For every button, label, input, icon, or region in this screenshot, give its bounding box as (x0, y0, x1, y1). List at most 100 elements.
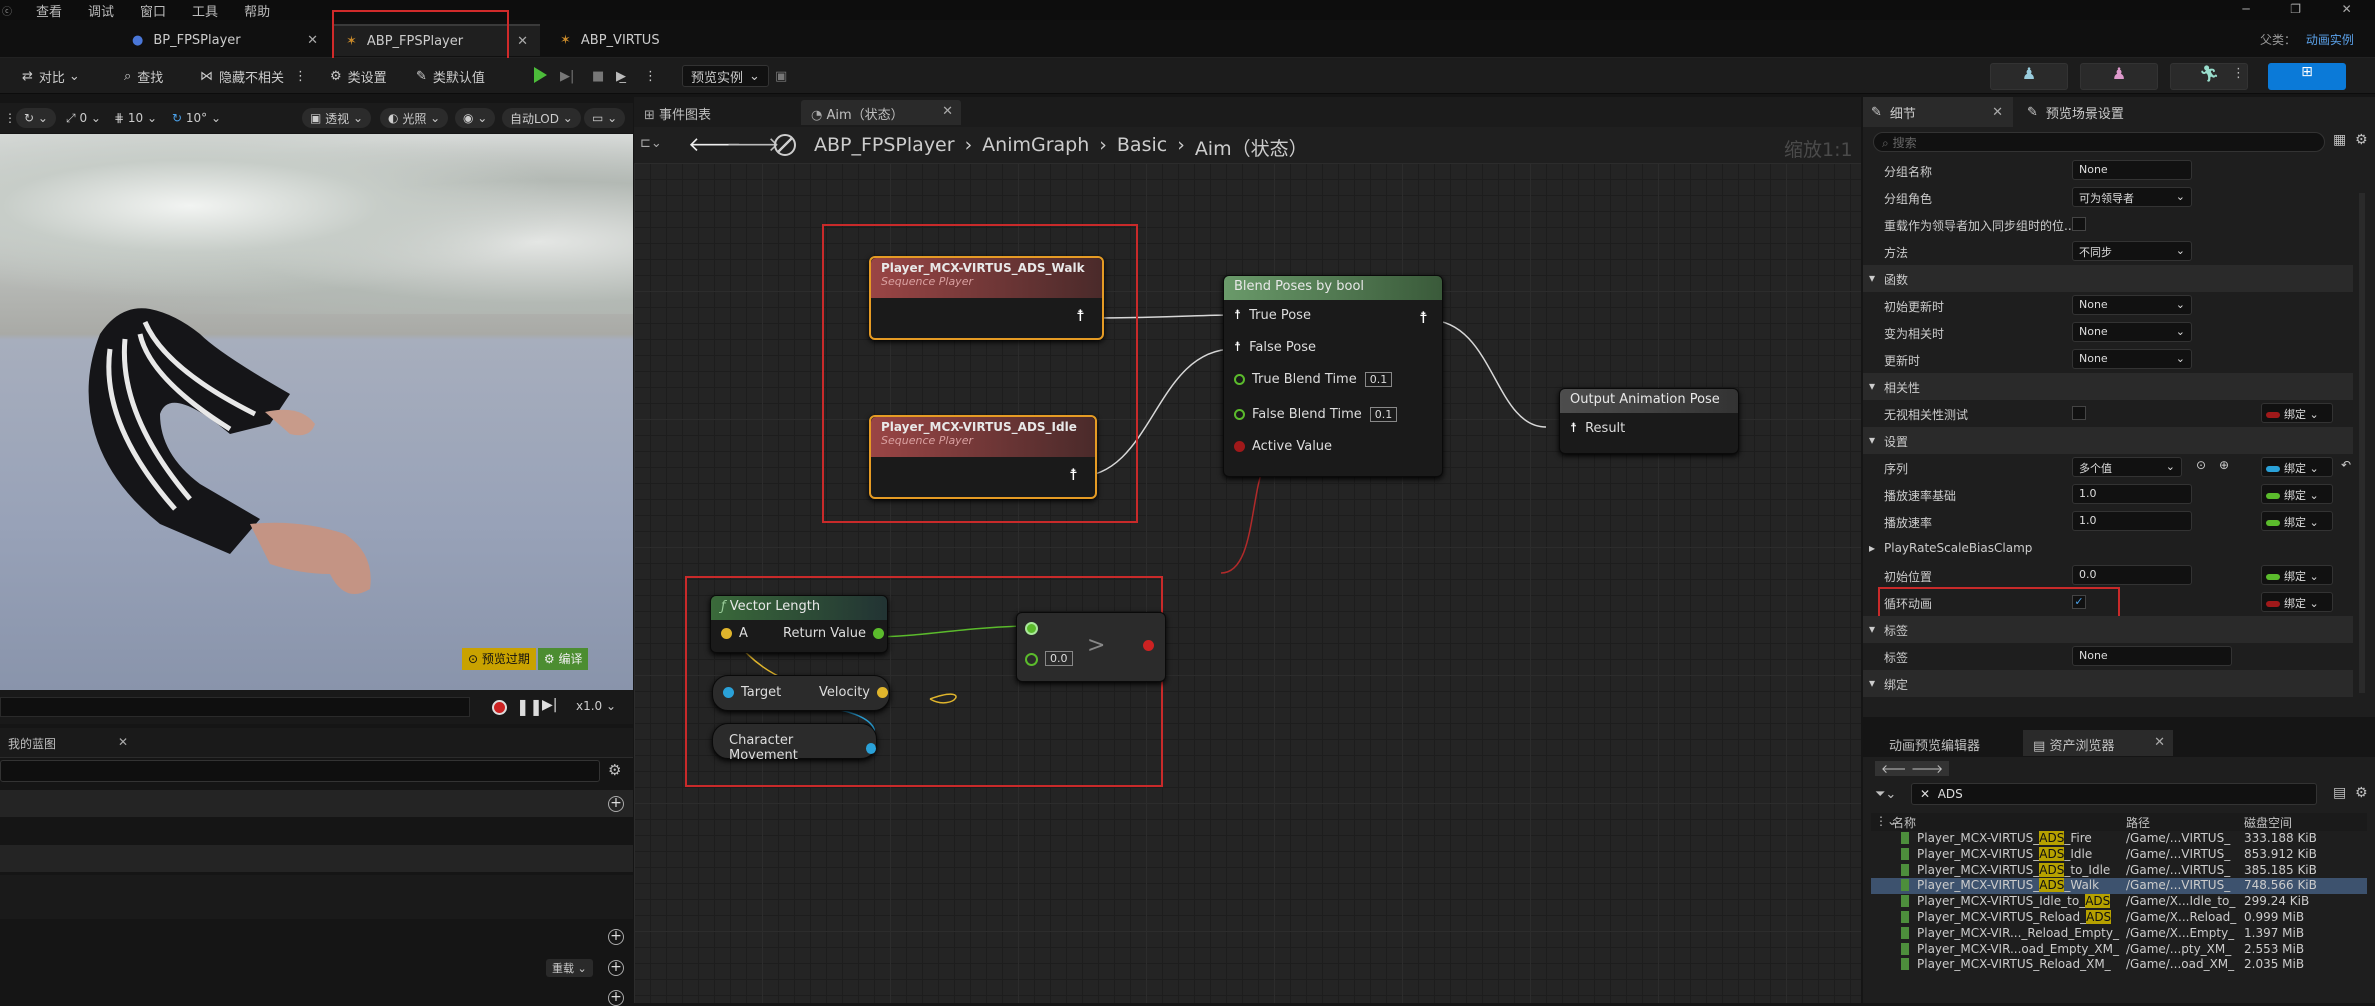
asset-row[interactable]: Player_MCX-VIRTUS_ADS_Walk/Game/...VIRTU… (1871, 878, 2367, 895)
binding-dropdown[interactable]: 绑定 ⌄ (2261, 484, 2333, 504)
breadcrumb-item[interactable]: Aim（状态） (1195, 134, 1308, 161)
blueprint-search-input[interactable] (0, 760, 600, 782)
step-forward-icon[interactable]: ▶| (542, 697, 557, 713)
menu-tools[interactable]: 工具 (192, 1, 218, 20)
record-icon[interactable] (492, 700, 507, 715)
pose-out-pin-icon[interactable]: ☨ (1419, 308, 1428, 327)
compare-button[interactable]: ⇄ 对比 ⌄ (22, 65, 80, 87)
true-blend-time-pin[interactable]: True Blend Time 0.1 (1234, 372, 1393, 387)
simulate-icon[interactable]: ▶̲ (616, 65, 626, 87)
asset-row[interactable]: Player_MCX-VIR..._Reload_Empty_ /Game/X..… (1871, 926, 2367, 942)
add-icon[interactable]: + (608, 796, 624, 812)
add-icon[interactable]: + (608, 929, 624, 945)
close-tab-icon[interactable]: ✕ (118, 735, 128, 749)
sort-dropdown[interactable]: 重载 ⌄ (546, 959, 593, 977)
breadcrumb-item[interactable]: ABP_FPSPlayer (814, 134, 955, 161)
character-movement-pin[interactable]: Character Movement (729, 733, 876, 763)
sequence-player-idle-node[interactable]: Player_MCX-VIRTUS_ADS_Idle Sequence Play… (869, 415, 1097, 499)
details-search-input[interactable]: ⌕ 搜索 (1873, 132, 2325, 152)
prop-row[interactable]: ▸ PlayRateScaleBiasClamp (1863, 535, 2353, 562)
a-pin[interactable]: A (721, 626, 748, 641)
grid-snap[interactable]: ⋕ 10 ⌄ (114, 108, 157, 128)
gear-icon[interactable]: ⚙ (2355, 785, 2368, 801)
prop-value[interactable]: None (2072, 646, 2232, 666)
gear-icon[interactable]: ⚙ (2355, 132, 2368, 148)
tab-preview-scene[interactable]: ✎ 预览场景设置 (2027, 97, 2207, 127)
bookmark-icon[interactable]: ⊏⌄ (640, 136, 662, 151)
close-window-icon[interactable]: ✕ (2342, 2, 2352, 18)
asset-row[interactable]: Player_MCX-VIRTUS_Idle_to_ADS/Game/X...I… (1871, 894, 2367, 910)
section-functions[interactable]: ▾ 函数 (1863, 265, 2353, 292)
bool-pin-icon[interactable] (1143, 640, 1154, 651)
debug-filter-icon[interactable]: ▣ (775, 65, 787, 87)
column-size[interactable]: 磁盘空间 (2244, 814, 2292, 831)
grid-view-icon[interactable]: ▦ (2333, 132, 2346, 148)
vector-length-node[interactable]: ƒ Vector Length A Return Value (710, 595, 888, 653)
clear-icon[interactable]: ✕ (1920, 787, 1930, 801)
prop-dropdown[interactable]: 可为领导者 ⌄ (2072, 187, 2192, 207)
tab-bp-fpsplayer[interactable]: ● BP_FPSPlayer ✕ (120, 24, 330, 56)
asset-row[interactable]: Player_MCX-VIR...oad_Empty_XM_ /Game/...p… (1871, 942, 2367, 958)
add-icon[interactable]: + (608, 960, 624, 976)
folder-icon[interactable]: ▤ (2333, 785, 2346, 801)
viewport-menu-icon[interactable]: ⋮ (4, 108, 16, 128)
parent-class-link[interactable]: 动画实例 (2306, 33, 2354, 47)
character-movement-node[interactable]: Character Movement (712, 723, 877, 763)
prop-dropdown[interactable]: None ⌄ (2072, 322, 2192, 342)
tab-details[interactable]: ✎ 细节 ✕ (1863, 97, 2013, 127)
asset-filter-input[interactable]: ✕ ADS (1911, 783, 2317, 805)
prop-value[interactable]: 0.0 (2072, 565, 2192, 585)
tab-event-graph[interactable]: ⊞ 事件图表 (644, 104, 711, 123)
prop-dropdown[interactable]: None ⌄ (2072, 295, 2192, 315)
target-pin[interactable]: Target (723, 685, 781, 700)
binding-dropdown[interactable]: 绑定 ⌄ (2261, 565, 2333, 585)
binding-dropdown[interactable]: 绑定 ⌄ (2261, 592, 2333, 612)
prop-value[interactable]: 1.0 (2072, 511, 2192, 531)
blueprint-section[interactable] (0, 845, 633, 873)
sequence-player-walk-node[interactable]: Player_MCX-VIRTUS_ADS_Walk Sequence Play… (869, 256, 1104, 340)
checkbox[interactable] (2072, 406, 2086, 420)
maximize-icon[interactable]: ❐ (2290, 2, 2301, 18)
pause-icon[interactable]: ❚❚ (516, 697, 543, 716)
anim-graph-canvas[interactable]: Player_MCX-VIRTUS_ADS_Walk Sequence Play… (634, 163, 1861, 1003)
get-velocity-node[interactable]: Target Velocity (712, 675, 890, 711)
tab-abp-virtus[interactable]: ✶ ABP_VIRTUS (548, 24, 688, 56)
prop-value[interactable]: 1.0 (2072, 484, 2192, 504)
menu-window[interactable]: 窗口 (140, 1, 166, 20)
minimize-icon[interactable]: ─ (2242, 2, 2249, 18)
checkbox[interactable] (2072, 217, 2086, 231)
false-blend-time-pin[interactable]: False Blend Time 0.1 (1234, 407, 1398, 422)
more-play-icon[interactable]: ⋮ (644, 65, 657, 87)
pose-pin-icon[interactable]: ☨ (1076, 306, 1085, 325)
lod-dropdown[interactable]: 自动LOD ⌄ (502, 108, 581, 128)
show-dropdown[interactable]: ◉ ⌄ (455, 108, 496, 128)
float-pin-icon[interactable] (1025, 622, 1038, 635)
skeleton-mode-button[interactable]: ♟ (1990, 63, 2068, 90)
prop-dropdown[interactable]: 不同步 ⌄ (2072, 241, 2192, 261)
close-tab-icon[interactable]: ✕ (942, 104, 953, 119)
close-tab-icon[interactable]: ✕ (307, 33, 318, 48)
asset-row[interactable]: Player_MCX-VIRTUS_ADS_to_Idle/Game/...VI… (1871, 862, 2367, 879)
output-animation-pose-node[interactable]: Output Animation Pose ☨ Result (1559, 388, 1739, 454)
browse-icon[interactable]: ⊙ (2196, 458, 2206, 472)
gear-icon[interactable]: ⚙ (608, 761, 621, 779)
asset-row[interactable]: Player_MCX-VIRTUS_ADS_Idle/Game/...VIRTU… (1871, 846, 2367, 863)
true-pose-pin[interactable]: ☨ True Pose (1234, 308, 1311, 323)
menu-view[interactable]: 查看 (36, 1, 62, 20)
play-icon[interactable] (534, 67, 547, 83)
section-relevance[interactable]: ▾ 相关性 (1863, 373, 2353, 400)
forward-arrow-icon[interactable]: 🡒 (726, 132, 780, 156)
pin-value[interactable]: 0.1 (1369, 407, 1398, 422)
add-icon[interactable]: + (608, 990, 624, 1006)
pose-pin-icon[interactable]: ☨ (1069, 465, 1078, 484)
transform-dropdown[interactable]: ↻ ⌄ (16, 108, 56, 128)
speed-dropdown[interactable]: x1.0 ⌄ (576, 699, 616, 713)
preview-viewport[interactable]: ⊙ 预览过期 ⚙ 编译 (0, 134, 633, 690)
asset-row[interactable]: Player_MCX-VIRTUS_ADS_Fire/Game/...VIRTU… (1871, 831, 2367, 847)
lighting-dropdown[interactable]: ◐ 光照 ⌄ (380, 108, 449, 128)
close-tab-icon[interactable]: ✕ (517, 34, 528, 49)
blueprint-mode-button[interactable]: ⊞ (2268, 63, 2346, 90)
section-binding[interactable]: ▾ 绑定 (1863, 670, 2353, 697)
tab-aim-state[interactable]: ◔ Aim（状态） ✕ (801, 100, 961, 125)
binding-dropdown[interactable]: 绑定 ⌄ (2261, 511, 2333, 531)
